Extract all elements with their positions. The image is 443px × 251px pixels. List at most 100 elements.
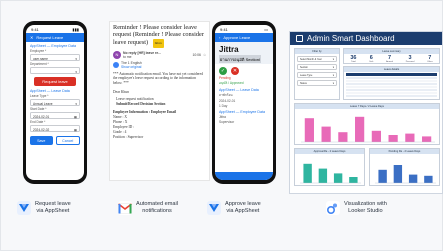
request-phone: 9:41 ▮▮▮ ✕ Request Leave AppSheet — Empl… <box>23 21 87 184</box>
chart-bar <box>338 131 348 142</box>
filter-status[interactable]: Status ▾ <box>297 79 337 86</box>
caption-request-leave: Request leave via AppSheet <box>17 201 71 215</box>
table-row <box>346 88 437 91</box>
end-date-field[interactable]: 2024-02-02 ▦ <box>30 125 80 132</box>
kpi-card: 36 Total <box>350 55 356 63</box>
calendar-icon: ▦ <box>73 127 77 132</box>
close-icon[interactable]: ✕ <box>30 35 33 40</box>
signal-icon: ▮▮▮ <box>72 27 79 32</box>
details-table <box>346 72 437 97</box>
filter-leave-type[interactable]: Leave Type ▾ <box>297 71 337 78</box>
start-date-label: Start Date * <box>30 107 47 111</box>
employee-detail-2: Supervisor <box>219 120 235 124</box>
cancel-button[interactable]: Cancel <box>55 136 80 145</box>
status-bar: 9:41 ▮▮▮ <box>26 25 84 33</box>
start-date-field[interactable]: 2024-02-01 ▦ <box>30 112 80 119</box>
main-bar-chart <box>301 116 435 142</box>
reject-x-icon[interactable]: ✕ <box>231 67 239 75</box>
email-grade: Grade : 4 <box>113 129 127 134</box>
save-button[interactable]: Save <box>30 136 53 145</box>
filter-month[interactable]: Select Month & Year ▾ <box>297 55 337 62</box>
chart-bar <box>321 126 331 142</box>
email-line2: Submit/Record Decision Section <box>116 101 166 106</box>
chevron-down-icon: ▾ <box>332 82 334 85</box>
employee-label: Employee * <box>30 49 47 53</box>
summary-panel: Leave summary 36 Total 6 Sick 7 Annual 3 Person… <box>343 48 440 64</box>
dashboard-header: Admin Smart Dashboard <box>290 32 442 45</box>
chart-bar <box>424 175 433 183</box>
chart-bar <box>422 135 432 142</box>
leave-type-value: Annual Leave <box>33 101 53 106</box>
section-leave-data: AppSheet — Leave Data <box>30 89 70 93</box>
app-grid-icon <box>296 35 303 42</box>
kpi-card: 7 Annual <box>386 55 393 63</box>
caption-1-line-2: via AppSheet <box>36 208 70 214</box>
email-time: 10:06 <box>192 52 201 57</box>
approve-phone: 9:41 ▭ ‹ Approve Leave Jittra ผ่านการอนุ… <box>212 21 276 184</box>
main-chart-panel: Leave 7 Days / 2 Leave Days <box>294 103 440 145</box>
chevron-down-icon: ▾ <box>75 101 77 106</box>
star-icon[interactable]: ☆ <box>203 53 206 57</box>
request-leave-button[interactable]: Request leave <box>34 77 76 86</box>
approve-bar-chart <box>300 163 361 183</box>
status-bar: 9:41 ▭ <box>215 25 273 33</box>
end-date-value: 2024-02-02 <box>33 127 50 132</box>
caption-3-line-2: via AppSheet <box>226 208 260 214</box>
approve-check-icon[interactable]: ✓ <box>219 67 227 75</box>
bottom-nav[interactable] <box>215 172 273 180</box>
leave-type-field[interactable]: Annual Leave ▾ <box>30 99 80 106</box>
appsheet-icon <box>17 201 31 215</box>
caption-approve-leave: Approve leave via AppSheet <box>207 201 261 215</box>
chart-bar <box>393 164 403 183</box>
chart-bar <box>304 117 314 142</box>
details-title: Leave details <box>344 67 439 72</box>
chart-bar <box>303 163 312 183</box>
caption-4-line-1: Visualization with <box>344 201 387 208</box>
app-title: Approve Leave <box>223 35 251 40</box>
pending-chart-panel: Pending Re - 2 Leave Days <box>369 148 440 186</box>
gmail-icon <box>118 201 132 215</box>
department-field[interactable]: ▾ <box>30 67 80 74</box>
approval-subtitle: ผ่านการอนุมัติ Sectionl <box>219 55 261 63</box>
employee-info-heading: Employee Information : Employee Email <box>113 109 177 114</box>
employee-detail-1: Jittra <box>219 115 226 119</box>
kpi-card: 3 Personal <box>406 55 415 63</box>
leave-detail-3: 1 Day <box>219 104 228 108</box>
details-panel: Leave details <box>343 66 440 100</box>
email-name: Name : X <box>113 114 127 119</box>
employee-field[interactable]: user.name ▾ <box>30 54 80 61</box>
looker-studio-icon <box>326 201 340 215</box>
chart-bar <box>349 176 358 183</box>
kpi-card: 6 Sick <box>369 55 373 63</box>
show-original-link[interactable]: Show original <box>121 65 142 69</box>
back-icon[interactable]: ‹ <box>219 35 220 40</box>
end-date-label: End Date * <box>30 120 46 124</box>
chart-bar <box>333 172 343 183</box>
chevron-down-icon: ▾ <box>75 69 77 74</box>
kpi-label: Total <box>351 60 356 63</box>
email-phone: Phone : X <box>113 119 128 124</box>
filter-status-label: Status <box>300 82 307 85</box>
request-screen: 9:41 ▮▮▮ ✕ Request Leave AppSheet — Empl… <box>26 25 84 180</box>
kpi-label: Annual <box>386 60 393 63</box>
kpi-value: 6 <box>369 54 373 61</box>
email-greeting: Dear Khun <box>113 89 129 94</box>
filter-section[interactable]: Section ▾ <box>297 63 337 70</box>
leave-type-label: Leave Type * <box>30 94 49 98</box>
employee-value: user.name <box>33 56 48 61</box>
avatar <box>113 61 119 68</box>
avatar: N <box>113 50 121 59</box>
chevron-down-icon: ▾ <box>75 56 77 61</box>
start-date-value: 2024-02-01 <box>33 114 50 119</box>
email-panel: Reminder ! Please consider leave request… <box>109 21 210 181</box>
filter-section-label: Section <box>300 66 308 69</box>
approve-header: Jittra ผ่านการอนุมัติ Sectionl <box>215 42 273 64</box>
email-employee-id: Employee ID : <box>113 124 135 129</box>
employee-name-overlay: Jittra <box>219 45 239 54</box>
kpi-label: Sick <box>369 60 374 63</box>
filter-month-label: Select Month & Year <box>300 58 322 61</box>
kpi-label: Personal <box>405 60 415 63</box>
section-employee-data: AppSheet — Employee Data <box>30 44 76 48</box>
approve-chart-panel: Approve/Re - 2 Leave Days <box>294 148 365 186</box>
table-row <box>346 91 437 94</box>
